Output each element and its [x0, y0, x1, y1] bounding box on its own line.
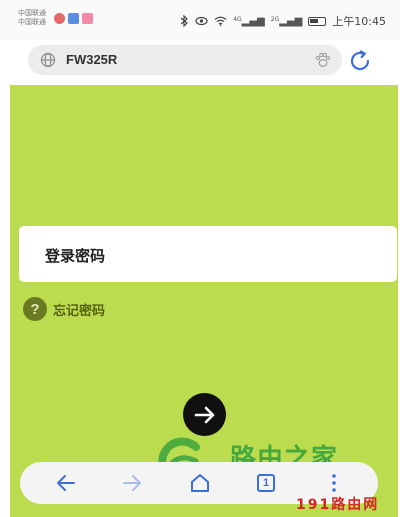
menu-button[interactable]	[322, 471, 346, 495]
signal-2-icon: 2G▂▄▆	[270, 15, 303, 27]
forward-button[interactable]	[120, 471, 144, 495]
status-icons: 4G▂▄▆ 2G▂▄▆ 上午10:45	[180, 13, 386, 29]
paw-icon[interactable]	[314, 51, 332, 69]
home-button[interactable]	[188, 471, 212, 495]
globe-icon	[40, 52, 56, 68]
notification-icon-3	[82, 13, 93, 24]
arrow-right-icon	[194, 406, 214, 423]
forgot-password-link[interactable]: ? 忘记密码	[23, 297, 105, 321]
watermark-site-text: 191路由网	[296, 497, 380, 513]
login-button[interactable]	[183, 393, 226, 436]
signal-1-icon: 4G▂▄▆	[233, 15, 265, 27]
eye-icon	[195, 16, 208, 26]
help-icon: ?	[23, 297, 47, 321]
notification-icon-2	[68, 13, 79, 24]
back-arrow-icon	[57, 475, 75, 491]
bluetooth-icon	[180, 15, 189, 27]
carrier-info: 中国联通 中国联通	[18, 9, 46, 27]
status-bar: 中国联通 中国联通 4G▂▄▆ 2G▂▄▆ 上午10:45	[0, 0, 400, 40]
forward-arrow-icon	[123, 475, 141, 491]
home-icon	[191, 474, 209, 492]
refresh-icon[interactable]	[348, 49, 372, 73]
forgot-password-label: 忘记密码	[53, 303, 106, 319]
wifi-icon	[214, 16, 227, 26]
password-placeholder: 登录密码	[45, 247, 106, 265]
notification-icons	[54, 13, 93, 24]
more-vertical-icon	[332, 474, 336, 492]
network-2-label: 2G	[270, 15, 280, 23]
tabs-button[interactable]: 1	[254, 471, 278, 495]
tabs-icon: 1	[257, 474, 275, 492]
notification-icon-1	[54, 13, 65, 24]
clock: 上午10:45	[332, 15, 386, 28]
password-input[interactable]: 登录密码	[19, 226, 397, 282]
carrier-2: 中国联通	[18, 18, 46, 26]
address-bar[interactable]: FW325R	[28, 45, 342, 75]
network-1-label: 4G	[233, 15, 242, 23]
url-text[interactable]: FW325R	[66, 52, 117, 67]
battery-icon	[308, 16, 327, 26]
carrier-1: 中国联通	[18, 9, 46, 17]
back-button[interactable]	[54, 471, 78, 495]
